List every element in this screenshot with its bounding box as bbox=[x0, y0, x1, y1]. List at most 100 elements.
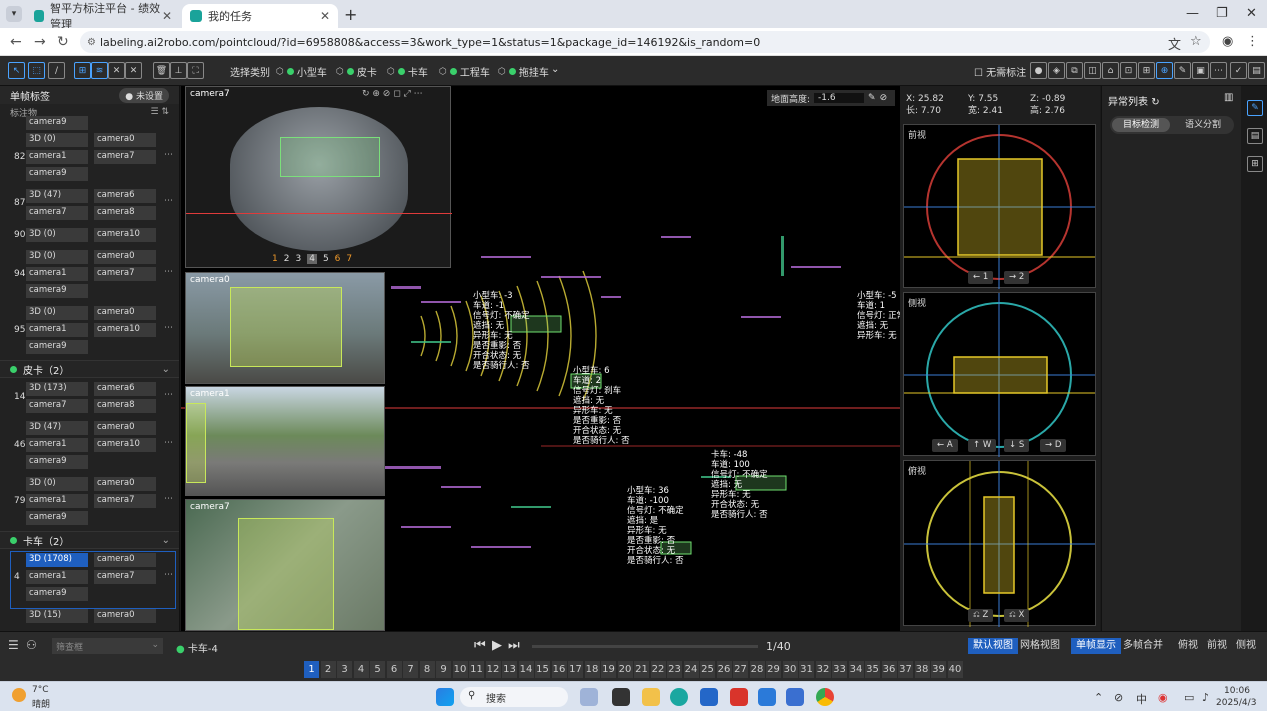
dingtalk-icon[interactable] bbox=[758, 688, 776, 706]
frame-page-7[interactable]: 7 bbox=[403, 661, 418, 678]
pen-icon[interactable]: ✎ bbox=[868, 93, 876, 103]
sort-icon[interactable]: ☰ ⇅ bbox=[151, 107, 169, 117]
taskview-icon[interactable] bbox=[612, 688, 630, 706]
cam-page[interactable]: 5 bbox=[323, 254, 329, 264]
chip[interactable]: 3D (1708) bbox=[26, 553, 88, 567]
chip[interactable]: camera0 bbox=[94, 250, 156, 264]
chip[interactable]: camera0 bbox=[94, 133, 156, 147]
frame-page-5[interactable]: 5 bbox=[370, 661, 385, 678]
chip[interactable]: camera0 bbox=[94, 306, 156, 320]
chip[interactable]: camera1 bbox=[26, 570, 88, 584]
more-icon[interactable]: ⋯ bbox=[1210, 62, 1227, 79]
chip[interactable]: camera1 bbox=[26, 267, 88, 281]
more-icon[interactable]: ⋯ bbox=[164, 196, 173, 206]
translate-icon[interactable]: 文 bbox=[1168, 34, 1181, 53]
frame-page-24[interactable]: 24 bbox=[683, 661, 699, 678]
chevron-down-icon[interactable]: ⌄ bbox=[162, 535, 170, 546]
frame-page-28[interactable]: 28 bbox=[749, 661, 765, 678]
rotate-right-button[interactable]: → 2 bbox=[1004, 271, 1030, 284]
box-select-tool-icon[interactable]: ⬚ bbox=[28, 62, 45, 79]
frame-page-11[interactable]: 11 bbox=[469, 661, 484, 678]
chevron-down-icon[interactable]: ⌄ bbox=[162, 364, 170, 375]
minimize-button[interactable]: — bbox=[1186, 6, 1199, 21]
tab-search-icon[interactable]: ▾ bbox=[6, 6, 22, 22]
frame-page-32[interactable]: 32 bbox=[815, 661, 831, 678]
camera1-window[interactable]: camera1 bbox=[185, 386, 385, 496]
chrome-icon[interactable] bbox=[816, 688, 834, 706]
frame-page-6[interactable]: 6 bbox=[386, 661, 402, 678]
frame-page-15[interactable]: 15 bbox=[535, 661, 550, 678]
tab-performance[interactable]: 智平方标注平台 - 绩效管理 ✕ bbox=[26, 2, 180, 31]
volume-icon[interactable]: ♪ bbox=[1202, 691, 1209, 704]
chip[interactable]: camera1 bbox=[26, 438, 88, 452]
chip[interactable]: 3D (47) bbox=[26, 189, 88, 203]
cross2-tool-icon[interactable]: ✕ bbox=[125, 62, 142, 79]
bounding-box[interactable] bbox=[230, 287, 342, 367]
chip[interactable]: camera6 bbox=[94, 382, 156, 396]
chip[interactable]: camera6 bbox=[94, 189, 156, 203]
site-info-icon[interactable]: ⚙ bbox=[87, 37, 96, 48]
cam-page[interactable]: 1 bbox=[272, 254, 278, 264]
camera7-window[interactable]: camera7 ↻ ⊕ ⊘ ◻ ⤢ ⋯ 1 2 3 4 5 6 7 bbox=[185, 86, 452, 268]
frame-page-9[interactable]: 9 bbox=[436, 661, 451, 678]
chip[interactable]: camera7 bbox=[94, 150, 156, 164]
chip[interactable]: 3D (47) bbox=[26, 421, 88, 435]
move-left-button[interactable]: ← A bbox=[932, 439, 958, 452]
check-icon[interactable]: ✓ bbox=[1230, 62, 1247, 79]
frame-page-25[interactable]: 25 bbox=[700, 661, 715, 678]
lasso-tool-icon[interactable]: ∕ bbox=[48, 62, 65, 79]
no-dup-checkbox[interactable]: ☐ 无需标注 bbox=[974, 64, 1026, 79]
chevron-down-icon[interactable]: ⌄ bbox=[551, 64, 559, 75]
chip[interactable]: camera0 bbox=[94, 553, 156, 567]
back-button[interactable]: ← bbox=[10, 34, 22, 50]
chip[interactable]: camera9 bbox=[26, 284, 88, 298]
copy-icon[interactable]: ⧉ bbox=[1066, 62, 1083, 79]
bookmark-star-icon[interactable]: ☆ bbox=[1190, 34, 1202, 49]
tray-chevron-icon[interactable]: ⌃ bbox=[1094, 691, 1103, 704]
more-icon[interactable]: ⋯ bbox=[164, 570, 173, 580]
side-view-button[interactable]: 侧视 bbox=[1231, 638, 1261, 654]
chart-icon[interactable]: ▥ bbox=[1224, 92, 1233, 103]
category-pickup[interactable]: ⬡ 皮卡 bbox=[336, 64, 377, 80]
hide-icon[interactable]: ⊘ bbox=[880, 93, 888, 103]
frame-page-1[interactable]: 1 bbox=[304, 661, 319, 678]
more-icon[interactable]: ⋯ bbox=[164, 494, 173, 504]
delete-icon[interactable]: 🗑 bbox=[153, 62, 170, 79]
restore-button[interactable]: ❐ bbox=[1216, 6, 1228, 21]
frame-page-4[interactable]: 4 bbox=[353, 661, 369, 678]
fill-icon[interactable]: ◈ bbox=[1048, 62, 1065, 79]
frame-page-27[interactable]: 27 bbox=[733, 661, 748, 678]
grid-icon[interactable]: ⊞ bbox=[1247, 156, 1263, 172]
status-badge[interactable]: ● 未设置 bbox=[119, 87, 169, 103]
rotate-x-button[interactable]: ⎌ X bbox=[1004, 609, 1030, 622]
chip[interactable]: camera0 bbox=[94, 477, 156, 491]
chip[interactable]: camera7 bbox=[26, 399, 88, 413]
chip[interactable]: camera10 bbox=[94, 438, 156, 452]
chip[interactable]: camera9 bbox=[26, 167, 88, 181]
chip[interactable]: camera1 bbox=[26, 494, 88, 508]
object-label[interactable]: 小型车: -5 车道: 1 信号灯: 正常 遮挡: 无 异形车: 无 bbox=[857, 291, 900, 341]
menu-dots-icon[interactable]: ⋮ bbox=[1246, 34, 1259, 49]
frame-page-2[interactable]: 2 bbox=[320, 661, 336, 678]
align-icon[interactable]: ⊥ bbox=[170, 62, 187, 79]
more-icon[interactable]: ⋯ bbox=[164, 323, 173, 333]
camera-window-tools-icon[interactable]: ↻ ⊕ ⊘ ◻ ⤢ ⋯ bbox=[362, 89, 423, 99]
play-icon[interactable]: ▶ bbox=[492, 638, 502, 653]
split-icon[interactable]: ◫ bbox=[1084, 62, 1101, 79]
network-icon[interactable]: ▭ bbox=[1184, 691, 1194, 704]
camera7-lower-window[interactable]: camera7 bbox=[185, 499, 385, 631]
frame-page-21[interactable]: 21 bbox=[634, 661, 649, 678]
chip[interactable]: 3D (0) bbox=[26, 133, 88, 147]
taskbar-search[interactable]: ⚲ 搜索 bbox=[460, 687, 568, 707]
chip[interactable]: camera0 bbox=[94, 609, 156, 623]
new-tab-button[interactable]: + bbox=[344, 5, 357, 24]
bounding-box[interactable] bbox=[280, 137, 380, 177]
frame-page-13[interactable]: 13 bbox=[502, 661, 517, 678]
front-view-button[interactable]: 前视 bbox=[1202, 638, 1232, 654]
record-icon[interactable]: ● bbox=[1030, 62, 1047, 79]
grid-icon[interactable]: ⊞ bbox=[1138, 62, 1155, 79]
wps-icon[interactable] bbox=[730, 688, 748, 706]
ground-height-input[interactable]: -1.6 bbox=[814, 93, 865, 103]
frame-page-23[interactable]: 23 bbox=[667, 661, 682, 678]
chip[interactable]: 3D (0) bbox=[26, 228, 88, 242]
